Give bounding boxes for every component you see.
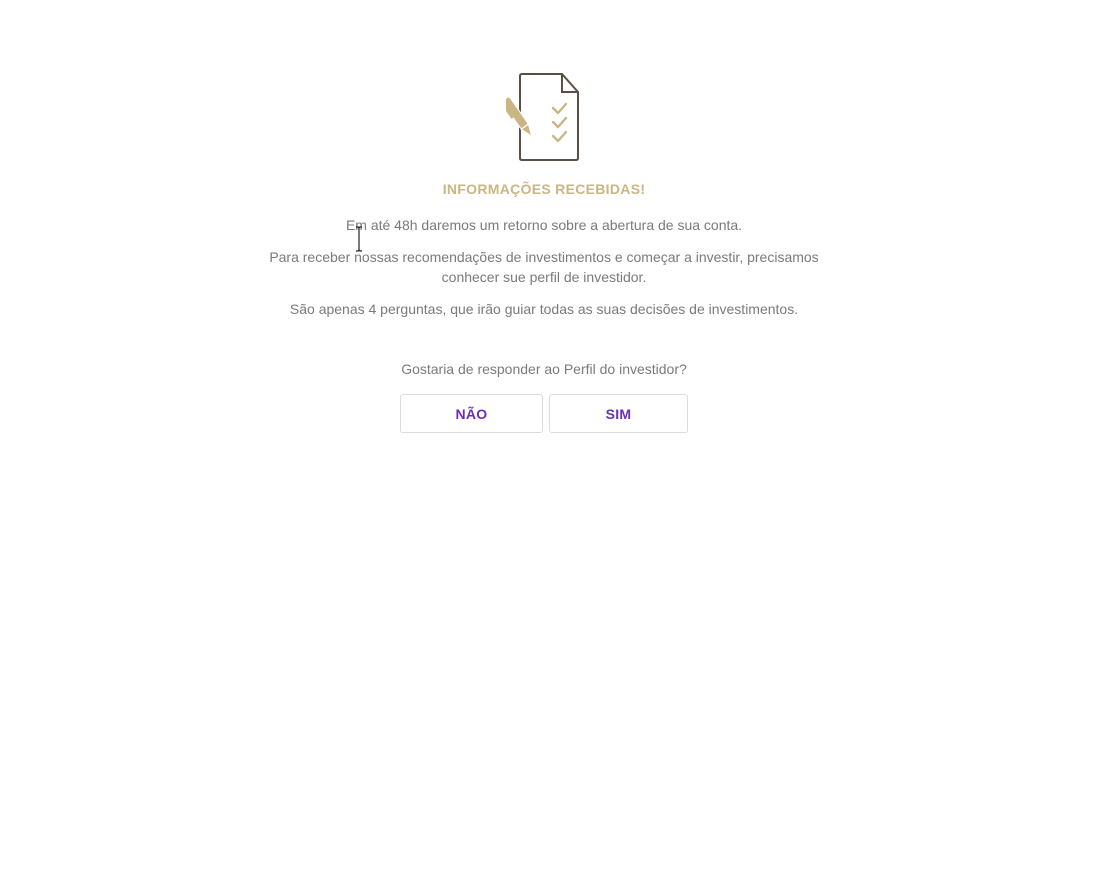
yes-button[interactable]: SIM [549, 394, 688, 433]
profile-question: Gostaria de responder ao Perfil do inves… [401, 361, 687, 377]
intro-line-1: Para receber nossas recomendações de inv… [269, 249, 819, 265]
document-checklist-pen-icon [506, 73, 579, 161]
answer-buttons: NÃO SIM [0, 394, 1088, 435]
no-button[interactable]: NÃO [400, 394, 543, 433]
page: INFORMAÇÕES RECEBIDAS! Em até 48h daremo… [0, 0, 1120, 892]
response-time-text: Em até 48h daremos um retorno sobre a ab… [345, 217, 743, 233]
text-cursor-icon [356, 226, 362, 252]
intro-line-2: conhecer sue perfil de investidor. [441, 269, 647, 285]
confirmation-title: INFORMAÇÕES RECEBIDAS! [442, 181, 646, 197]
investor-profile-intro-text: Para receber nossas recomendações de inv… [0, 247, 1088, 287]
questions-info-text: São apenas 4 perguntas, que irão guiar t… [289, 301, 799, 317]
